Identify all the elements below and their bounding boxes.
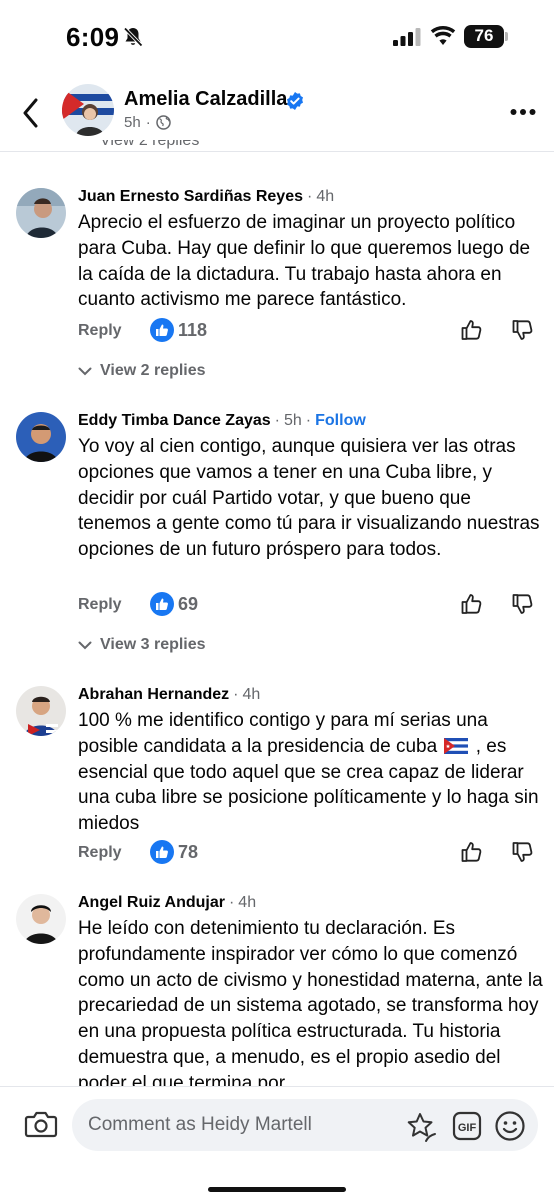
comment-actions: Reply 78 [78, 840, 538, 868]
thumbs-down-icon[interactable] [511, 318, 535, 342]
camera-icon[interactable] [24, 1109, 58, 1139]
comment-item: Juan Ernesto Sardiñas Reyes · 4h Aprecio… [0, 186, 554, 386]
comment-time: 4h [238, 894, 257, 911]
home-indicator [208, 1187, 346, 1192]
separator: · [228, 894, 235, 911]
separator: · [305, 412, 312, 429]
separator: · [233, 686, 239, 703]
reply-button[interactable]: Reply [78, 322, 122, 340]
commenter-name[interactable]: Angel Ruiz Andujar [78, 894, 225, 912]
commenter-name[interactable]: Juan Ernesto Sardiñas Reyes [78, 188, 303, 206]
separator: · [306, 188, 313, 205]
like-reaction-icon [150, 318, 174, 342]
comment-item: Abrahan Hernandez · 4h 100 % me identifi… [0, 684, 554, 874]
like-reaction-icon [150, 840, 174, 864]
comment-text: Yo voy al cien contigo, aunque quisiera … [78, 436, 540, 561]
comment-header: Angel Ruiz Andujar · 4h [78, 894, 256, 912]
svg-text:GIF: GIF [458, 1122, 477, 1134]
post-meta: 5h · [124, 114, 171, 131]
meta-separator: · [145, 114, 151, 131]
commenter-name[interactable]: Abrahan Hernandez [78, 686, 229, 704]
battery-indicator: 76 [464, 25, 508, 48]
view-replies-label: View 3 replies [100, 636, 206, 653]
view-replies-button[interactable]: View 3 replies [78, 636, 206, 654]
comment-actions: Reply 118 [78, 318, 538, 346]
comment-text: Aprecio el esfuerzo de imaginar un proye… [78, 212, 531, 311]
comment-time: 5h [284, 412, 302, 429]
comment-composer: GIF [0, 1086, 554, 1200]
sticker-icon[interactable] [406, 1111, 438, 1143]
thumbs-up-icon[interactable] [460, 318, 484, 342]
comment-header: Abrahan Hernandez · 4h [78, 686, 260, 704]
commenter-name[interactable]: Eddy Timba Dance Zayas [78, 412, 271, 430]
smiley-icon[interactable] [494, 1110, 526, 1142]
like-reaction-icon [150, 592, 174, 616]
like-count[interactable]: 78 [178, 842, 198, 863]
view-replies-button[interactable]: View 2 replies [78, 362, 206, 380]
more-horizontal-icon[interactable] [510, 108, 536, 116]
view-replies-label: View 2 replies [100, 362, 206, 379]
view-replies-clipped[interactable]: View 2 replies [100, 140, 300, 158]
verified-badge-icon [287, 92, 303, 110]
comment-item: Eddy Timba Dance Zayas · 5h · Follow Yo … [0, 410, 554, 660]
wifi-icon [430, 26, 456, 45]
comment-text: 100 % me identifico contigo y para mí se… [78, 708, 544, 837]
follow-button[interactable]: Follow [315, 412, 366, 430]
gif-icon[interactable]: GIF [452, 1111, 482, 1141]
commenter-avatar[interactable] [16, 188, 66, 238]
reply-button[interactable]: Reply [78, 844, 122, 862]
author-name[interactable]: Amelia Calzadilla [124, 88, 287, 111]
post-time: 5h [124, 114, 141, 131]
thumbs-down-icon[interactable] [511, 592, 535, 616]
bell-slash-icon [123, 27, 143, 47]
comment-header: Juan Ernesto Sardiñas Reyes · 4h [78, 188, 334, 206]
comment-item: Angel Ruiz Andujar · 4h He leído con det… [0, 892, 554, 1086]
comment-text-part: 100 % me identifico contigo y para mí se… [78, 710, 488, 757]
author-avatar[interactable] [62, 84, 114, 136]
comment-actions: Reply 69 [78, 592, 538, 620]
comment-text: He leído con detenimiento tu declaración… [78, 918, 543, 1086]
globe-icon [155, 115, 171, 130]
separator: · [274, 412, 280, 429]
like-count[interactable]: 69 [178, 594, 198, 615]
thumbs-up-icon[interactable] [460, 840, 484, 864]
cellular-signal-icon [393, 28, 421, 46]
comment-header: Eddy Timba Dance Zayas · 5h · Follow [78, 412, 366, 430]
chevron-down-icon [78, 641, 92, 649]
status-bar: 6:09 76 [0, 0, 554, 70]
commenter-avatar[interactable] [16, 894, 66, 944]
comment-time: 4h [242, 686, 261, 703]
thumbs-up-icon[interactable] [460, 592, 484, 616]
chevron-left-icon[interactable] [20, 96, 42, 130]
commenter-avatar[interactable] [16, 412, 66, 462]
battery-percent: 76 [474, 26, 494, 45]
thumbs-down-icon[interactable] [511, 840, 535, 864]
like-count[interactable]: 118 [178, 320, 207, 341]
reply-button[interactable]: Reply [78, 596, 122, 614]
comment-time: 4h [316, 188, 335, 205]
status-time: 6:09 [66, 22, 120, 52]
cuban-flag-emoji [444, 737, 469, 754]
chevron-down-icon [78, 367, 92, 375]
commenter-avatar[interactable] [16, 686, 66, 736]
